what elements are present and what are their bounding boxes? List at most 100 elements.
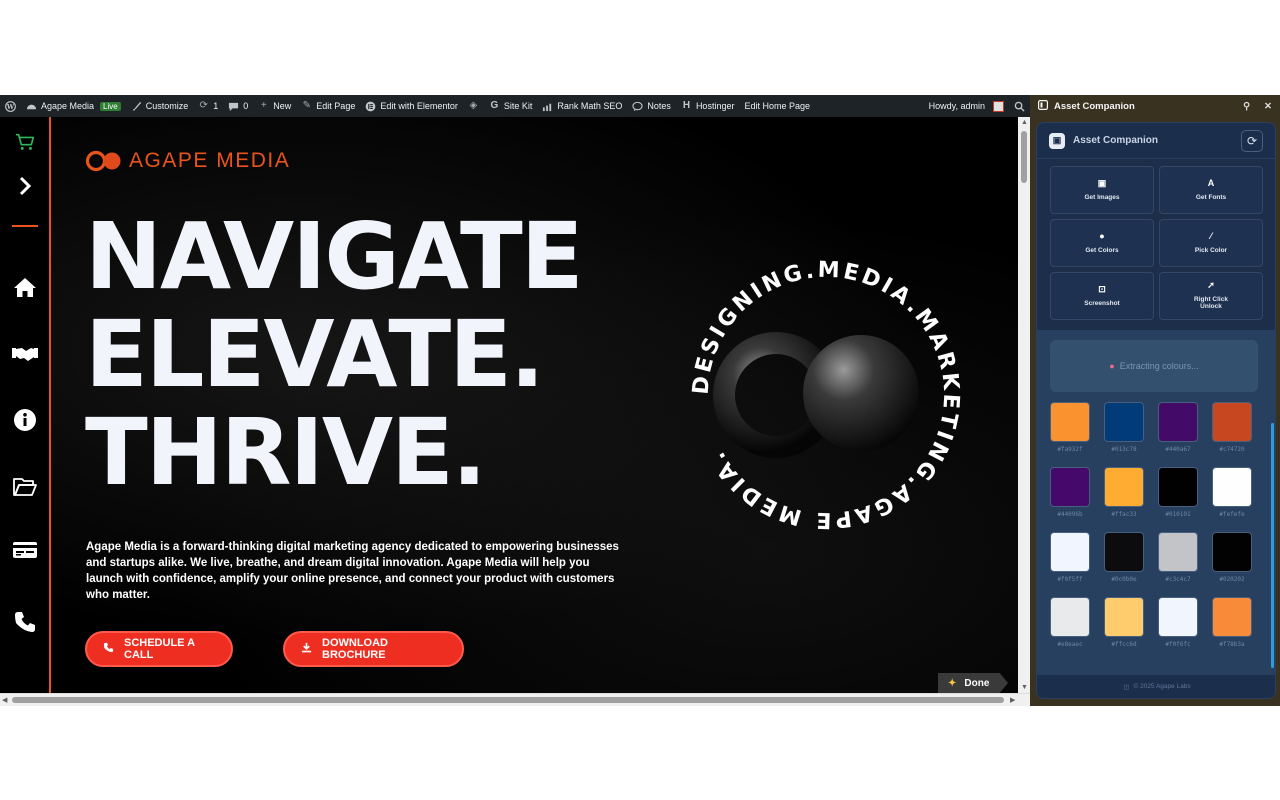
pick-color-label: Pick Color — [1194, 246, 1228, 254]
horizontal-scroll-thumb[interactable] — [12, 697, 1004, 703]
schedule-call-button[interactable]: SCHEDULE A CALL — [85, 631, 233, 667]
color-swatch[interactable] — [1158, 597, 1198, 637]
plus-icon: + — [260, 100, 267, 111]
color-swatch[interactable] — [1158, 532, 1198, 572]
color-swatch[interactable] — [1158, 402, 1198, 442]
site-kit-button[interactable]: G Site Kit — [484, 95, 538, 117]
extracting-label: Extracting colours... — [1119, 361, 1199, 371]
refresh-icon: ⟳ — [199, 100, 208, 111]
vertical-scroll-thumb[interactable] — [1021, 131, 1027, 183]
site-name-label: Agape Media — [41, 101, 95, 111]
wordpress-logo-button[interactable]: W — [0, 95, 21, 117]
color-swatch-label: #020202 — [1219, 576, 1245, 583]
footer-logo-icon: ◫ — [1123, 683, 1130, 691]
new-content-button[interactable]: + New — [253, 95, 296, 117]
horizontal-scrollbar[interactable]: ◀ ▶ — [0, 693, 1030, 706]
color-swatch[interactable] — [1104, 467, 1144, 507]
color-palette-area: ● Extracting colours... #fa932f #013c78 #4… — [1037, 330, 1275, 676]
updates-button[interactable]: ⟳ 1 — [193, 95, 223, 117]
color-swatch[interactable] — [1104, 532, 1144, 572]
done-button[interactable]: ✦ Done — [938, 673, 1008, 693]
color-swatch-label: #fefefe — [1219, 511, 1245, 518]
chevron-right-icon[interactable] — [12, 173, 38, 199]
color-swatch[interactable] — [1212, 532, 1252, 572]
panel-scrollbar[interactable] — [1271, 423, 1274, 668]
website-viewport: AGAPE MEDIA NAVIGATE ELEVATE. THRIVE. Ag… — [0, 117, 1018, 693]
get-fonts-label: Get Fonts — [1195, 193, 1227, 201]
color-swatch[interactable] — [1050, 532, 1090, 572]
download-brochure-button[interactable]: DOWNLOAD BROCHURE — [283, 631, 464, 667]
account-menu[interactable]: Howdy, admin — [924, 95, 1009, 117]
right-click-unlock-button[interactable]: ➚ Right Click Unlock — [1159, 272, 1263, 320]
hero-heading-line-3: THRIVE. — [85, 399, 487, 506]
edit-home-page-button[interactable]: Edit Home Page — [739, 95, 815, 117]
pin-icon[interactable]: ⚲ — [1243, 101, 1250, 112]
id-card-icon[interactable] — [12, 537, 38, 563]
refresh-button[interactable]: ⟳ — [1241, 129, 1263, 152]
screenshot-button[interactable]: ⊡ Screenshot — [1050, 272, 1154, 320]
scroll-down-arrow-icon[interactable]: ▼ — [1021, 684, 1028, 691]
edit-page-button[interactable]: ✎ Edit Page — [296, 95, 360, 117]
google-g-icon: G — [490, 100, 499, 111]
color-swatch-label: #44096b — [1057, 511, 1083, 518]
close-icon[interactable]: ✕ — [1264, 101, 1272, 112]
comments-button[interactable]: 0 — [223, 95, 253, 117]
schedule-call-label: SCHEDULE A CALL — [124, 637, 195, 661]
folder-open-icon[interactable] — [12, 474, 38, 500]
handshake-icon[interactable] — [12, 341, 38, 367]
download-brochure-label: DOWNLOAD BROCHURE — [322, 637, 388, 661]
color-swatch[interactable] — [1212, 402, 1252, 442]
get-images-label: Get Images — [1084, 193, 1120, 201]
customize-label: Customize — [145, 101, 189, 111]
panel-header: ▣ Asset Companion ⟳ — [1037, 123, 1275, 159]
svg-text:W: W — [6, 102, 15, 110]
color-swatch[interactable] — [1050, 467, 1090, 507]
get-colors-label: Get Colors — [1085, 246, 1119, 254]
image-icon: ▣ — [1097, 177, 1107, 188]
scroll-left-arrow-icon[interactable]: ◀ — [2, 696, 7, 704]
color-swatch[interactable] — [1212, 467, 1252, 507]
edit-elementor-label: Edit with Elementor — [380, 101, 458, 111]
get-images-button[interactable]: ▣ Get Images — [1050, 166, 1154, 214]
color-swatch[interactable] — [1104, 402, 1144, 442]
color-swatch[interactable] — [1158, 467, 1198, 507]
get-colors-button[interactable]: ● Get Colors — [1050, 219, 1154, 267]
color-swatch[interactable] — [1050, 402, 1090, 442]
scroll-up-arrow-icon[interactable]: ▲ — [1021, 119, 1028, 126]
home-icon[interactable] — [12, 274, 38, 300]
scroll-right-arrow-icon[interactable]: ▶ — [1010, 696, 1015, 704]
elementor-icon — [365, 101, 376, 112]
tools-grid: ▣ Get Images A Get Fonts ● Get Colors ⁄ … — [1037, 160, 1275, 330]
rank-math-button[interactable]: Rank Math SEO — [537, 95, 627, 117]
hostinger-label: Hostinger — [695, 101, 735, 111]
edit-page-label: Edit Page — [316, 101, 356, 111]
info-icon[interactable] — [12, 407, 38, 433]
color-swatch-label: #f78b3a — [1219, 641, 1245, 648]
color-swatch-label: #013c78 — [1111, 446, 1137, 453]
admin-search-button[interactable] — [1009, 95, 1030, 117]
pick-color-button[interactable]: ⁄ Pick Color — [1159, 219, 1263, 267]
color-swatch[interactable] — [1212, 597, 1252, 637]
logo-text: AGAPE MEDIA — [129, 149, 291, 172]
phone-icon[interactable] — [12, 609, 38, 635]
color-swatch[interactable] — [1050, 597, 1090, 637]
screenshot-label: Screenshot — [1084, 299, 1120, 307]
color-swatch[interactable] — [1104, 597, 1144, 637]
color-swatch-label: #c74720 — [1219, 446, 1245, 453]
site-logo[interactable]: AGAPE MEDIA — [85, 149, 290, 173]
get-fonts-button[interactable]: A Get Fonts — [1159, 166, 1263, 214]
hostinger-button[interactable]: H Hostinger — [676, 95, 740, 117]
download-icon — [301, 642, 312, 656]
customize-button[interactable]: Customize — [126, 95, 194, 117]
edit-home-label: Edit Home Page — [744, 101, 811, 111]
color-swatch-label: #ffac33 — [1111, 511, 1137, 518]
cursor-icon: ➚ — [1207, 280, 1215, 291]
asset-companion-logo-icon: ▣ — [1049, 132, 1065, 149]
cart-icon[interactable] — [12, 129, 38, 155]
notes-button[interactable]: Notes — [627, 95, 676, 117]
edit-with-elementor-button[interactable]: Edit with Elementor — [360, 95, 463, 117]
site-name-menu[interactable]: Agape Media Live — [21, 95, 126, 117]
diamond-menu-button[interactable]: ◈ — [463, 95, 484, 117]
vertical-scrollbar[interactable]: ▲ ▼ — [1018, 117, 1030, 693]
sidebar-divider — [12, 225, 38, 227]
